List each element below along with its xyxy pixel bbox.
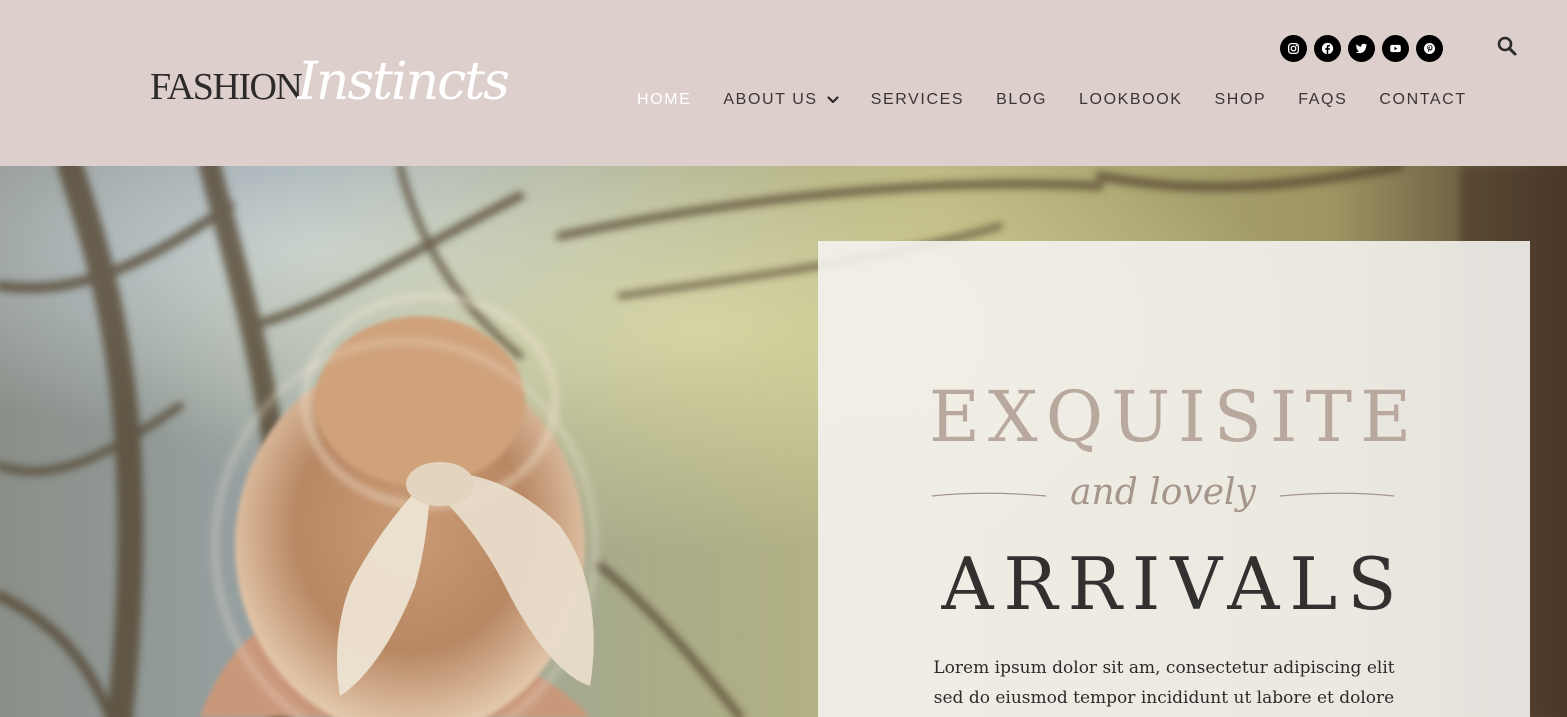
hero-body-line: sed do eiusmod tempor incididunt ut labo… (933, 688, 1395, 708)
nav-item-blog[interactable]: BLOG (996, 90, 1047, 110)
site-header: FASHIONInstincts HOME ABOUT US SERVICES … (0, 0, 1567, 166)
nav-item-label: SHOP (1214, 91, 1267, 108)
youtube-icon (1390, 44, 1401, 53)
nav-item-label: ABOUT US (723, 91, 818, 108)
facebook-link[interactable] (1314, 35, 1341, 62)
nav-item-label: HOME (637, 91, 692, 108)
youtube-link[interactable] (1382, 35, 1409, 62)
search-icon (1497, 36, 1517, 56)
nav-item-faqs[interactable]: FAQS (1298, 90, 1347, 110)
nav-item-label: CONTACT (1379, 91, 1467, 108)
nav-item-services[interactable]: SERVICES (871, 90, 964, 110)
hero-card: EXQUISITE and lovely ARRIVALS Lorem ipsu… (818, 241, 1530, 717)
logo-wordmark-instincts: Instincts (297, 52, 509, 112)
logo-wordmark-fashion: FASHION (150, 66, 303, 108)
instagram-link[interactable] (1280, 35, 1307, 62)
flourish-right (1279, 492, 1395, 497)
hero-subheadline-row: and lovely (931, 468, 1395, 518)
page: FASHIONInstincts HOME ABOUT US SERVICES … (0, 0, 1567, 717)
hero-section: EXQUISITE and lovely ARRIVALS Lorem ipsu… (0, 166, 1567, 717)
main-nav: HOME ABOUT US SERVICES BLOG LOOKBOOK SHO… (637, 90, 1467, 110)
pinterest-link[interactable] (1416, 35, 1443, 62)
nav-item-label: BLOG (996, 91, 1048, 108)
nav-item-label: SERVICES (870, 91, 965, 108)
nav-item-shop[interactable]: SHOP (1215, 90, 1267, 110)
hero-body-text: Lorem ipsum dolor sit am, consectetur ad… (914, 653, 1414, 713)
nav-item-label: LOOKBOOK (1079, 91, 1183, 108)
hero-body-line: Lorem ipsum dolor sit am, consectetur ad… (933, 658, 1395, 678)
chevron-down-icon (827, 96, 839, 104)
social-links (1280, 35, 1443, 62)
search-button[interactable] (1496, 35, 1518, 57)
nav-item-lookbook[interactable]: LOOKBOOK (1079, 90, 1183, 110)
facebook-icon (1321, 42, 1334, 55)
nav-item-contact[interactable]: CONTACT (1379, 90, 1466, 110)
nav-item-home[interactable]: HOME (637, 90, 691, 110)
instagram-icon (1287, 42, 1300, 55)
twitter-icon (1355, 43, 1368, 54)
hero-headline-top: EXQUISITE (928, 376, 1420, 458)
nav-item-about-us[interactable]: ABOUT US (723, 90, 839, 110)
pinterest-icon (1423, 42, 1436, 55)
hero-headline-bottom: ARRIVALS (941, 542, 1407, 626)
nav-item-label: FAQS (1298, 91, 1348, 108)
site-logo[interactable]: FASHIONInstincts (150, 52, 510, 116)
twitter-link[interactable] (1348, 35, 1375, 62)
